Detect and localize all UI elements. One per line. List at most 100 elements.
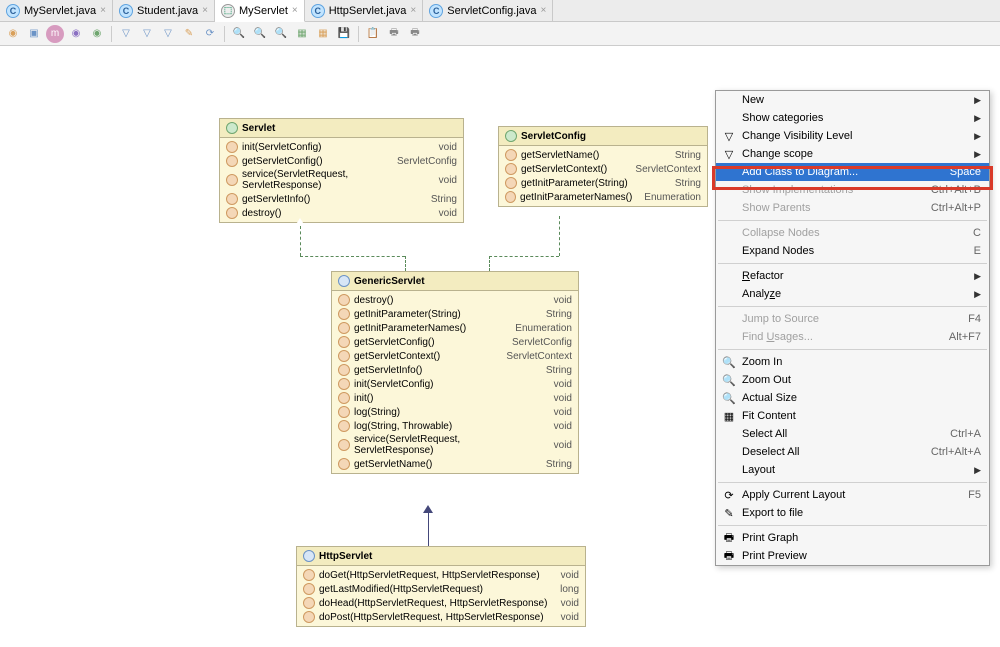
method-row[interactable]: init() void <box>332 391 578 405</box>
print-preview-icon[interactable]: 🖶 <box>406 25 424 43</box>
method-icon <box>226 174 238 186</box>
return-type: void <box>546 379 572 390</box>
method-icon <box>338 420 350 432</box>
menu-item[interactable]: ✎Export to file <box>716 504 989 522</box>
method-name: init() <box>354 393 542 404</box>
menu-item[interactable]: Expand NodesE <box>716 242 989 260</box>
menu-item-label: Layout <box>742 464 974 476</box>
method-row[interactable]: service(ServletRequest, ServletResponse)… <box>332 433 578 457</box>
method-icon <box>505 177 517 189</box>
menu-item-shortcut: Space <box>950 166 981 178</box>
return-type: String <box>538 459 572 470</box>
toolbar-btn[interactable]: ▽ <box>138 25 156 43</box>
class-node-servletconfig[interactable]: ServletConfig getServletName()StringgetS… <box>498 126 708 207</box>
menu-item[interactable]: ▦Fit Content <box>716 407 989 425</box>
menu-item[interactable]: Add Class to Diagram...Space <box>716 163 989 181</box>
method-row[interactable]: getServletConfig()ServletConfig <box>332 335 578 349</box>
menu-item[interactable]: 🖶Print Graph <box>716 529 989 547</box>
return-type: void <box>546 393 572 404</box>
return-type: void <box>553 612 579 623</box>
method-row[interactable]: getServletContext()ServletContext <box>499 162 707 176</box>
method-row[interactable]: doHead(HttpServletRequest, HttpServletRe… <box>297 596 585 610</box>
editor-tab[interactable]: CMyServlet.java× <box>0 0 113 21</box>
menu-item[interactable]: 🔍Zoom Out <box>716 371 989 389</box>
editor-tab[interactable]: CServletConfig.java× <box>423 0 553 21</box>
method-row[interactable]: getInitParameter(String)String <box>332 307 578 321</box>
method-row[interactable]: init(ServletConfig)void <box>220 140 463 154</box>
menu-item[interactable]: Refactor▶ <box>716 267 989 285</box>
method-row[interactable]: getInitParameterNames()Enumeration <box>499 190 707 204</box>
menu-item[interactable]: ▽Change scope▶ <box>716 145 989 163</box>
tab-label: MyServlet <box>239 5 288 17</box>
toolbar-btn[interactable]: ✎ <box>180 25 198 43</box>
method-row[interactable]: getServletContext()ServletContext <box>332 349 578 363</box>
actual-size-icon[interactable]: 🔍 <box>272 25 290 43</box>
toolbar-btn[interactable]: ▣ <box>25 25 43 43</box>
toolbar-btn[interactable]: m <box>46 25 64 43</box>
menu-item[interactable]: Show categories▶ <box>716 109 989 127</box>
toolbar-btn[interactable]: ⟳ <box>201 25 219 43</box>
toolbar-btn[interactable]: ◉ <box>67 25 85 43</box>
method-row[interactable]: doGet(HttpServletRequest, HttpServletRes… <box>297 568 585 582</box>
method-row[interactable]: log(String)void <box>332 405 578 419</box>
menu-item[interactable]: Layout▶ <box>716 461 989 479</box>
menu-item[interactable]: New▶ <box>716 91 989 109</box>
menu-item-shortcut: Ctrl+Alt+A <box>931 446 981 458</box>
close-icon[interactable]: × <box>202 5 208 16</box>
class-node-servlet[interactable]: Servlet init(ServletConfig)voidgetServle… <box>219 118 464 223</box>
menu-item[interactable]: ⟳Apply Current LayoutF5 <box>716 486 989 504</box>
method-row[interactable]: getInitParameter(String)String <box>499 176 707 190</box>
toolbar-btn[interactable]: ◉ <box>88 25 106 43</box>
menu-item[interactable]: 🔍Actual Size <box>716 389 989 407</box>
menu-item-icon: ▦ <box>721 410 737 423</box>
editor-tab[interactable]: CStudent.java× <box>113 0 215 21</box>
method-row[interactable]: doPost(HttpServletRequest, HttpServletRe… <box>297 610 585 624</box>
tab-label: Student.java <box>137 5 198 17</box>
menu-item[interactable]: 🔍Zoom In <box>716 353 989 371</box>
method-row[interactable]: service(ServletRequest, ServletResponse)… <box>220 168 463 192</box>
menu-item[interactable]: 🖶Print Preview <box>716 547 989 565</box>
class-node-genericservlet[interactable]: GenericServlet destroy()voidgetInitParam… <box>331 271 579 474</box>
return-type: void <box>546 407 572 418</box>
zoom-out-icon[interactable]: 🔍 <box>251 25 269 43</box>
toolbar-btn[interactable]: 📋 <box>364 25 382 43</box>
close-icon[interactable]: × <box>292 5 298 16</box>
zoom-in-icon[interactable]: 🔍 <box>230 25 248 43</box>
method-name: log(String, Throwable) <box>354 421 542 432</box>
close-icon[interactable]: × <box>100 5 106 16</box>
method-row[interactable]: init(ServletConfig)void <box>332 377 578 391</box>
method-row[interactable]: log(String, Throwable)void <box>332 419 578 433</box>
toolbar-btn[interactable]: ▽ <box>117 25 135 43</box>
menu-item: Show ImplementationsCtrl+Alt+B <box>716 181 989 199</box>
editor-tab[interactable]: ⬚MyServlet× <box>215 0 305 22</box>
menu-item[interactable]: Select AllCtrl+A <box>716 425 989 443</box>
method-row[interactable]: destroy()void <box>332 293 578 307</box>
method-row[interactable]: getInitParameterNames()Enumeration <box>332 321 578 335</box>
menu-item[interactable]: Deselect AllCtrl+Alt+A <box>716 443 989 461</box>
method-row[interactable]: getServletName()String <box>499 148 707 162</box>
save-icon[interactable]: 💾 <box>335 25 353 43</box>
submenu-arrow-icon: ▶ <box>974 149 981 160</box>
class-node-httpservlet[interactable]: HttpServlet doGet(HttpServletRequest, Ht… <box>296 546 586 627</box>
toolbar-btn[interactable]: ▽ <box>159 25 177 43</box>
close-icon[interactable]: × <box>410 5 416 16</box>
close-icon[interactable]: × <box>541 5 547 16</box>
method-row[interactable]: destroy()void <box>220 206 463 220</box>
toolbar-btn[interactable]: ◉ <box>4 25 22 43</box>
fit-content-icon[interactable]: ▦ <box>293 25 311 43</box>
method-row[interactable]: getLastModified(HttpServletRequest)long <box>297 582 585 596</box>
menu-item[interactable]: ▽Change Visibility Level▶ <box>716 127 989 145</box>
menu-item-icon: ✎ <box>721 507 737 520</box>
node-title: Servlet <box>242 123 275 134</box>
return-type: String <box>667 178 701 189</box>
method-row[interactable]: getServletConfig()ServletConfig <box>220 154 463 168</box>
method-row[interactable]: getServletName()String <box>332 457 578 471</box>
method-row[interactable]: getServletInfo()String <box>332 363 578 377</box>
menu-item[interactable]: Analyze▶ <box>716 285 989 303</box>
toolbar-separator <box>358 26 359 42</box>
method-row[interactable]: getServletInfo()String <box>220 192 463 206</box>
toolbar-btn[interactable]: ▦ <box>314 25 332 43</box>
print-icon[interactable]: 🖶 <box>385 25 403 43</box>
editor-tab[interactable]: CHttpServlet.java× <box>305 0 424 21</box>
menu-item-label: Change Visibility Level <box>742 130 974 142</box>
